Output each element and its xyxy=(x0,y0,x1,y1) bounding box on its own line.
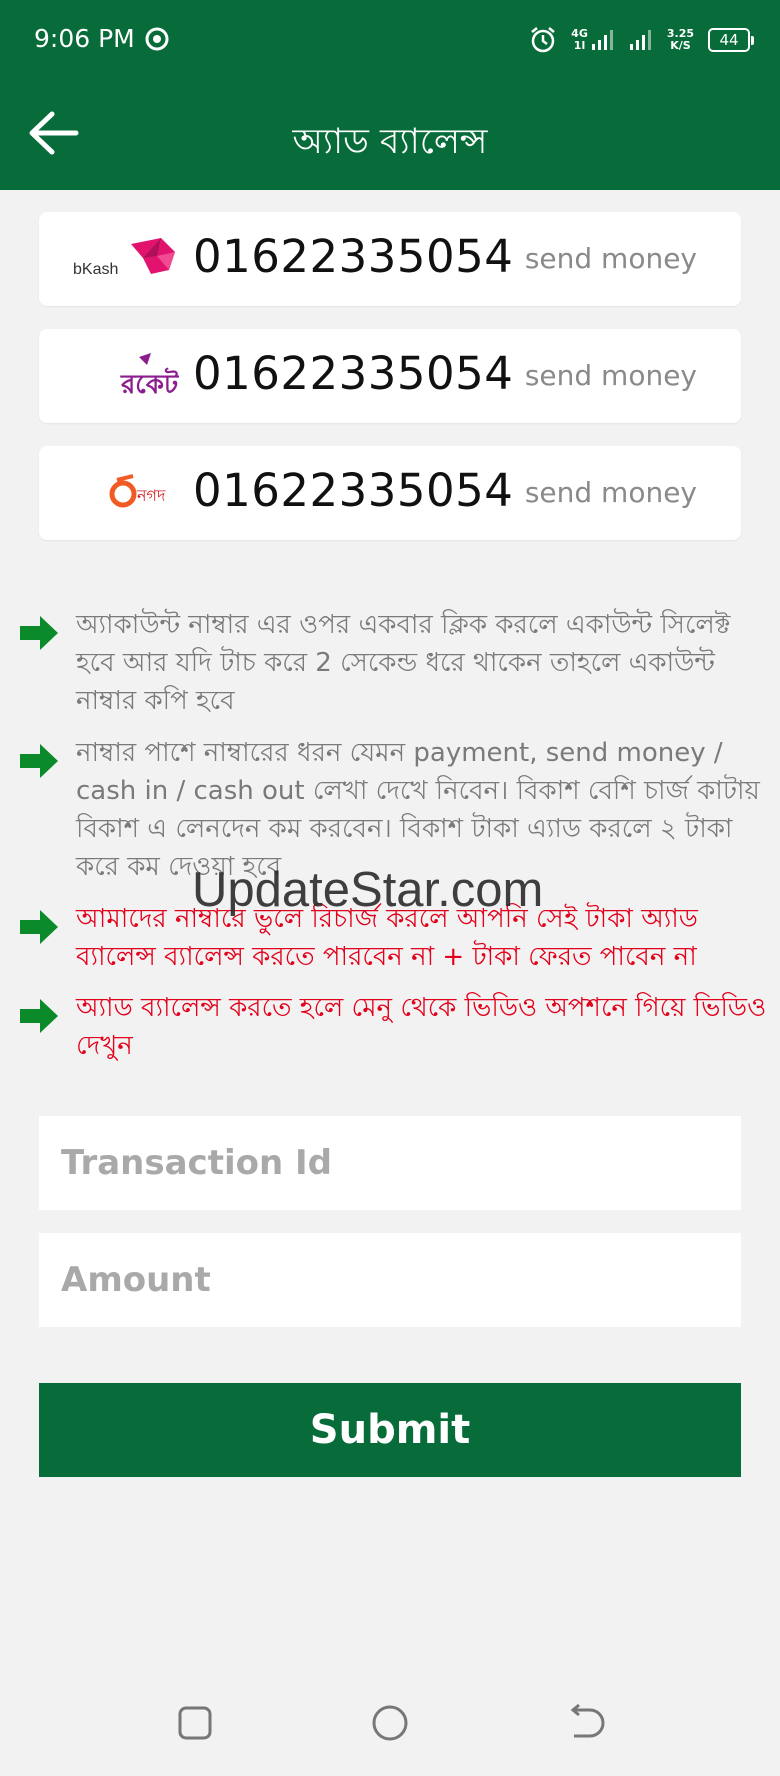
green-arrow-icon xyxy=(20,744,58,778)
submit-button[interactable]: Submit xyxy=(39,1383,741,1477)
transaction-id-input[interactable] xyxy=(39,1116,741,1210)
payment-type: send money xyxy=(524,476,697,509)
sync-icon xyxy=(145,27,169,51)
network-indicator: 4G 1l xyxy=(571,28,615,52)
payment-card-nagad[interactable]: নগদ 01622335054 send money xyxy=(39,446,741,540)
note-item: অ্যাকাউন্ট নাম্বার এর ওপর একবার ক্লিক কর… xyxy=(18,606,768,720)
svg-text:নগদ: নগদ xyxy=(136,486,166,505)
battery-level: 44 xyxy=(719,31,739,49)
status-time: 9:06 PM xyxy=(34,24,135,53)
home-icon[interactable] xyxy=(365,1698,415,1748)
svg-text:bKash: bKash xyxy=(73,261,118,278)
back-nav-icon[interactable] xyxy=(560,1698,610,1748)
watermark: UpdateStar.com xyxy=(192,863,544,917)
status-bar: 9:06 PM 4G 1l 3.25 K/S 44 xyxy=(0,0,780,78)
system-nav-bar xyxy=(0,1680,780,1776)
payment-number: 01622335054 xyxy=(193,464,514,517)
payment-card-bkash[interactable]: bKash 01622335054 send money xyxy=(39,212,741,306)
payment-type: send money xyxy=(524,242,697,275)
green-arrow-icon xyxy=(20,910,58,944)
payment-type: send money xyxy=(524,359,697,392)
note-text: অ্যাকাউন্ট নাম্বার এর ওপর একবার ক্লিক কর… xyxy=(76,610,731,716)
status-icons: 4G 1l 3.25 K/S 44 xyxy=(529,20,754,60)
nagad-logo: নগদ xyxy=(109,474,166,508)
payment-card-rocket[interactable]: রকেট 01622335054 send money xyxy=(39,329,741,423)
note-text: অ্যাড ব্যালেন্স করতে হলে মেনু থেকে ভিডিও… xyxy=(76,993,767,1061)
battery-icon: 44 xyxy=(708,28,754,52)
network-speed: 3.25 K/S xyxy=(667,28,694,52)
page-title: অ্যাড ব্যালেন্স xyxy=(292,122,488,162)
note-item: অ্যাড ব্যালেন্স করতে হলে মেনু থেকে ভিডিও… xyxy=(18,989,768,1065)
green-arrow-icon xyxy=(20,999,58,1033)
network-sub: 1l xyxy=(573,39,586,52)
signal-icon-2 xyxy=(629,30,651,50)
signal-icon xyxy=(591,30,613,50)
svg-text:রকেট: রকেট xyxy=(120,367,179,400)
amount-input[interactable] xyxy=(39,1233,741,1327)
green-arrow-icon xyxy=(20,616,58,650)
speed-unit: K/S xyxy=(670,39,691,52)
recents-icon[interactable] xyxy=(170,1698,220,1748)
payment-number: 01622335054 xyxy=(193,230,514,283)
rocket-logo: রকেট xyxy=(120,353,179,400)
alarm-icon xyxy=(531,27,555,53)
payment-number: 01622335054 xyxy=(193,347,514,400)
bkash-logo: bKash xyxy=(73,238,175,278)
app-bar: অ্যাড ব্যালেন্স xyxy=(0,78,780,190)
